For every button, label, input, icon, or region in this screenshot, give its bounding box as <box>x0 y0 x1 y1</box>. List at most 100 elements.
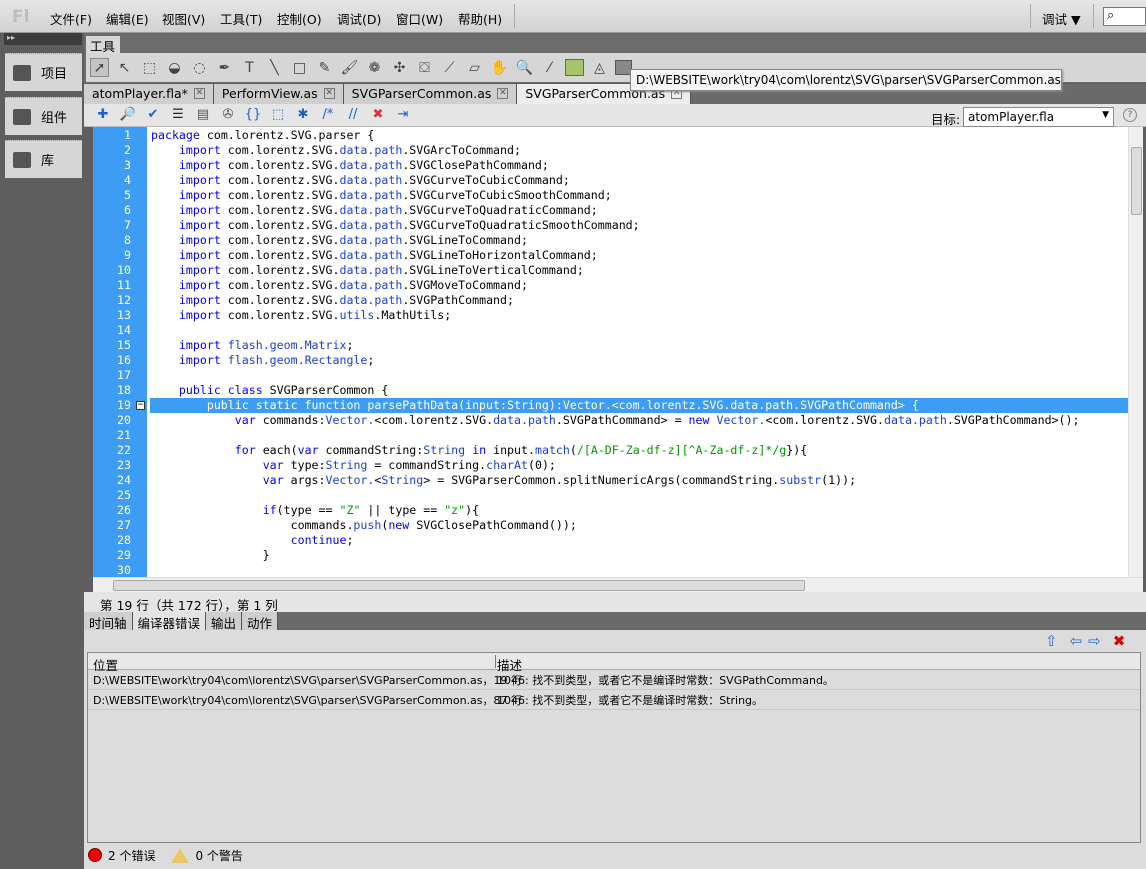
table-row[interactable]: D:\WEBSITE\work\try04\com\lorentz\SVG\pa… <box>88 690 1140 710</box>
panel-collapse-button[interactable]: ▸▸ <box>4 33 82 45</box>
pen-tool-icon[interactable]: ✒ <box>215 58 234 77</box>
code-line[interactable]: 4 import com.lorentz.SVG.data.path.SVGCu… <box>93 173 1128 188</box>
stroke-color-icon[interactable]: ⁄ <box>540 58 559 77</box>
menu-tools[interactable]: 工具(T) <box>220 9 262 28</box>
code-line[interactable]: 2 import com.lorentz.SVG.data.path.SVGAr… <box>93 143 1128 158</box>
tab-performview[interactable]: PerformView.as ✕ <box>213 84 344 104</box>
vertical-scrollbar[interactable] <box>1128 127 1143 577</box>
check-syntax-icon[interactable]: ✔ <box>144 107 162 124</box>
code-line[interactable]: 10 import com.lorentz.SVG.data.path.SVGL… <box>93 263 1128 278</box>
close-icon[interactable]: ✕ <box>497 88 509 99</box>
code-line[interactable]: 8 import com.lorentz.SVG.data.path.SVGLi… <box>93 233 1128 248</box>
code-line[interactable]: 7 import com.lorentz.SVG.data.path.SVGCu… <box>93 218 1128 233</box>
find-icon[interactable]: 🔎 <box>119 107 137 124</box>
code-line[interactable]: 14 <box>93 323 1128 338</box>
deco-tool-icon[interactable]: ❁ <box>365 58 384 77</box>
code-line[interactable]: 24 var args:Vector.<String> = SVGParserC… <box>93 473 1128 488</box>
hand-tool-icon[interactable]: ✋ <box>490 58 509 77</box>
collapse-selection-icon[interactable]: ⬚ <box>269 107 287 124</box>
code-line[interactable]: 17 <box>93 368 1128 383</box>
tab-timeline[interactable]: 时间轴 <box>84 612 133 631</box>
code-line[interactable]: 30 <box>93 563 1128 577</box>
add-statement-icon[interactable]: ✚ <box>94 107 112 124</box>
eyedropper-icon[interactable]: ⟋ <box>440 58 459 77</box>
code-line[interactable]: 20 var commands:Vector.<com.lorentz.SVG.… <box>93 413 1128 428</box>
collapse-braces-icon[interactable]: {} <box>244 107 262 124</box>
code-line[interactable]: 21 <box>93 428 1128 443</box>
selection-tool-icon[interactable]: ➚ <box>90 58 109 77</box>
bone-tool-icon[interactable]: ✣ <box>390 58 409 77</box>
code-line[interactable]: 23 var type:String = commandString.charA… <box>93 458 1128 473</box>
clear-icon[interactable]: ✖ <box>1113 632 1126 650</box>
pencil-tool-icon[interactable]: ✎ <box>315 58 334 77</box>
fill-bucket-icon[interactable]: ◬ <box>590 58 609 77</box>
code-line[interactable]: 28 continue; <box>93 533 1128 548</box>
code-line[interactable]: 27 commands.push(new SVGClosePathCommand… <box>93 518 1128 533</box>
menu-view[interactable]: 视图(V) <box>162 9 205 28</box>
code-line[interactable]: 16 import flash.geom.Rectangle; <box>93 353 1128 368</box>
panel-components[interactable]: 组件 <box>5 97 82 135</box>
line-tool-icon[interactable]: ╲ <box>265 58 284 77</box>
paint-bucket-icon[interactable]: ⛋ <box>415 58 434 77</box>
show-hide-toolbox-icon[interactable]: ⇥ <box>394 107 412 124</box>
code-hint-icon[interactable]: ▤ <box>194 107 212 124</box>
zoom-tool-icon[interactable]: 🔍 <box>515 58 534 77</box>
rectangle-tool-icon[interactable]: □ <box>290 58 309 77</box>
panel-library[interactable]: 库 <box>5 140 82 178</box>
search-input[interactable]: ⌕ <box>1103 7 1146 26</box>
expand-all-icon[interactable]: ✱ <box>294 107 312 124</box>
close-icon[interactable]: ✕ <box>193 88 205 99</box>
scroll-thumb[interactable] <box>113 580 805 591</box>
menu-window[interactable]: 窗口(W) <box>396 9 443 28</box>
code-line[interactable]: 13 import com.lorentz.SVG.utils.MathUtil… <box>93 308 1128 323</box>
eraser-icon[interactable]: ▱ <box>465 58 484 77</box>
scroll-thumb[interactable] <box>1131 147 1142 215</box>
3d-rotation-tool-icon[interactable]: ◒ <box>165 58 184 77</box>
code-line[interactable]: 18 public class SVGParserCommon { <box>93 383 1128 398</box>
code-line[interactable]: 9 import com.lorentz.SVG.data.path.SVGLi… <box>93 248 1128 263</box>
workspace-switcher[interactable]: 调试 ▼ <box>1042 9 1081 28</box>
code-line[interactable]: 12 import com.lorentz.SVG.data.path.SVGP… <box>93 293 1128 308</box>
code-line[interactable]: 6 import com.lorentz.SVG.data.path.SVGCu… <box>93 203 1128 218</box>
horizontal-scrollbar[interactable] <box>93 577 1143 592</box>
code-line[interactable]: 3 import com.lorentz.SVG.data.path.SVGCl… <box>93 158 1128 173</box>
menu-debug[interactable]: 调试(D) <box>337 9 381 28</box>
previous-error-icon[interactable]: ⇦ <box>1070 632 1083 650</box>
tab-atomplayer[interactable]: atomPlayer.fla* ✕ <box>84 84 214 104</box>
line-comment-icon[interactable]: // <box>344 107 362 124</box>
menu-edit[interactable]: 编辑(E) <box>106 9 149 28</box>
help-button[interactable]: ? <box>1123 108 1137 122</box>
panel-project[interactable]: 项目 <box>5 53 82 91</box>
subselection-tool-icon[interactable]: ↖ <box>115 58 134 77</box>
menu-file[interactable]: 文件(F) <box>50 9 92 28</box>
remove-comment-icon[interactable]: ✖ <box>369 107 387 124</box>
fill-color-swatch[interactable] <box>565 59 584 76</box>
text-tool-icon[interactable]: T <box>240 58 259 77</box>
free-transform-tool-icon[interactable]: ⬚ <box>140 58 159 77</box>
close-icon[interactable]: ✕ <box>323 88 335 99</box>
table-row[interactable]: D:\WEBSITE\work\try04\com\lorentz\SVG\pa… <box>88 670 1140 690</box>
code-line[interactable]: 15 import flash.geom.Matrix; <box>93 338 1128 353</box>
menu-help[interactable]: 帮助(H) <box>458 9 502 28</box>
code-line[interactable]: 25 <box>93 488 1128 503</box>
tab-output[interactable]: 输出 <box>206 612 243 631</box>
debug-options-icon[interactable]: ✇ <box>219 107 237 124</box>
lasso-tool-icon[interactable]: ◌ <box>190 58 209 77</box>
menu-control[interactable]: 控制(O) <box>277 9 322 28</box>
code-line[interactable]: 22 for each(var commandString:String in … <box>93 443 1128 458</box>
code-line[interactable]: 29 } <box>93 548 1128 563</box>
brush-tool-icon[interactable]: 🖌 <box>340 58 359 77</box>
code-line[interactable]: 1 package com.lorentz.SVG.parser { <box>93 128 1128 143</box>
code-line[interactable]: 26 if(type == "Z" || type == "z"){ <box>93 503 1128 518</box>
block-comment-icon[interactable]: /* <box>319 107 337 124</box>
tools-tab[interactable]: 工具 <box>86 36 120 54</box>
tab-svgparsercommon[interactable]: SVGParserCommon.as ✕ <box>343 84 518 104</box>
tab-compiler-errors[interactable]: 编译器错误 <box>132 612 207 631</box>
code-line[interactable]: 19− public static function parsePathData… <box>93 398 1128 413</box>
go-to-source-icon[interactable]: ⇧ <box>1045 632 1058 650</box>
code-line[interactable]: 11 import com.lorentz.SVG.data.path.SVGM… <box>93 278 1128 293</box>
target-select[interactable]: atomPlayer.fla ▼ <box>963 107 1114 127</box>
collapse-icon[interactable]: − <box>136 401 145 410</box>
tab-actions[interactable]: 动作 <box>242 612 279 631</box>
auto-format-icon[interactable]: ☰ <box>169 107 187 124</box>
